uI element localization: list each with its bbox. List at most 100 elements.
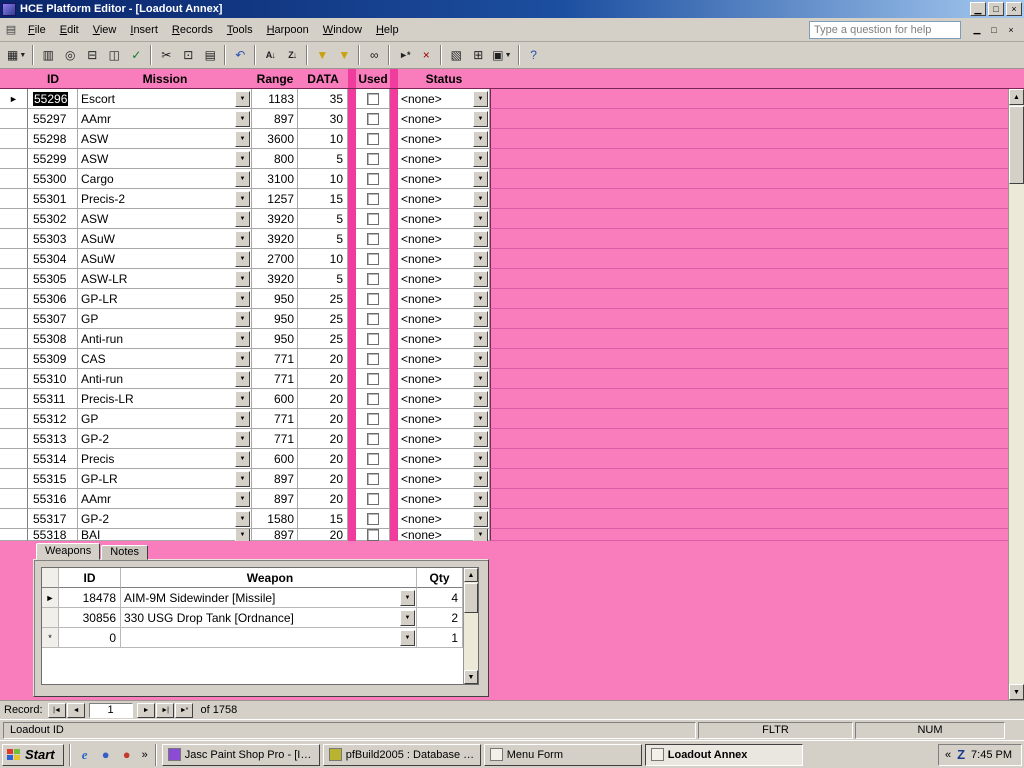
id-cell[interactable]: 55308 [28,329,78,349]
used-cell[interactable] [356,149,390,169]
used-cell[interactable] [356,389,390,409]
dropdown-arrow-icon[interactable]: ▼ [235,231,250,247]
used-checkbox[interactable] [367,193,379,205]
id-cell[interactable]: 55309 [28,349,78,369]
range-cell[interactable]: 3100 [252,169,298,189]
used-cell[interactable] [356,449,390,469]
dropdown-arrow-icon[interactable]: ▼ [473,471,488,487]
used-checkbox[interactable] [367,93,379,105]
file-search-button[interactable]: ◎ [59,44,81,66]
weapon-qty-cell[interactable]: 4 [417,588,463,608]
weapon-qty-cell[interactable]: 2 [417,608,463,628]
menu-help[interactable]: Help [369,20,406,40]
row-selector[interactable] [0,149,28,169]
range-cell[interactable]: 771 [252,369,298,389]
used-checkbox[interactable] [367,293,379,305]
tab-weapons[interactable]: Weapons [36,543,100,560]
used-checkbox[interactable] [367,393,379,405]
restore-button[interactable]: □ [988,2,1004,16]
row-selector[interactable] [0,529,28,541]
undo-button[interactable]: ↶ [229,44,251,66]
row-selector[interactable] [0,169,28,189]
range-cell[interactable]: 897 [252,529,298,541]
properties-button[interactable]: ▧ [445,44,467,66]
dropdown-arrow-icon[interactable]: ▼ [473,131,488,147]
dropdown-arrow-icon[interactable]: ▼ [473,291,488,307]
status-combo[interactable]: <none>▼ [398,529,490,541]
row-selector[interactable] [0,249,28,269]
range-cell[interactable]: 1183 [252,89,298,109]
dropdown-arrow-icon[interactable]: ▼ [473,271,488,287]
row-selector[interactable] [0,489,28,509]
row-selector[interactable] [0,189,28,209]
mission-combo[interactable]: GP-2▼ [78,429,252,449]
row-selector[interactable] [0,409,28,429]
data-cell[interactable]: 25 [298,309,348,329]
status-combo[interactable]: <none>▼ [398,89,490,109]
dropdown-arrow-icon[interactable]: ▼ [235,271,250,287]
data-cell[interactable]: 10 [298,169,348,189]
data-cell[interactable]: 15 [298,509,348,529]
data-cell[interactable]: 25 [298,329,348,349]
mission-combo[interactable]: GP-LR▼ [78,469,252,489]
dropdown-arrow-icon[interactable]: ▼ [473,391,488,407]
scroll-down-button[interactable]: ▼ [1009,684,1024,700]
used-cell[interactable] [356,529,390,541]
used-cell[interactable] [356,329,390,349]
mission-combo[interactable]: CAS▼ [78,349,252,369]
id-cell[interactable]: 55300 [28,169,78,189]
used-checkbox[interactable] [367,453,379,465]
database-window-button[interactable]: ⊞ [467,44,489,66]
used-checkbox[interactable] [367,433,379,445]
data-cell[interactable]: 5 [298,149,348,169]
mission-combo[interactable]: Escort▼ [78,89,252,109]
status-combo[interactable]: <none>▼ [398,129,490,149]
data-cell[interactable]: 20 [298,449,348,469]
minimize-button[interactable]: ▁ [970,2,986,16]
new-record-button[interactable]: ►* [393,44,415,66]
used-cell[interactable] [356,489,390,509]
toggle-filter-button[interactable]: ▼ [333,44,355,66]
dropdown-arrow-icon[interactable]: ▼ [473,91,488,107]
dropdown-arrow-icon[interactable]: ▼ [473,529,488,541]
new-object-button[interactable]: ▣▼ [489,44,514,66]
dropdown-arrow-icon[interactable]: ▼ [400,590,415,606]
used-cell[interactable] [356,209,390,229]
range-cell[interactable]: 600 [252,449,298,469]
range-cell[interactable]: 3920 [252,229,298,249]
dropdown-arrow-icon[interactable]: ▼ [235,331,250,347]
data-cell[interactable]: 20 [298,469,348,489]
id-cell[interactable]: 55306 [28,289,78,309]
vertical-scrollbar[interactable]: ▲ ▼ [1008,89,1024,700]
paste-button[interactable]: ▤ [199,44,221,66]
used-cell[interactable] [356,89,390,109]
used-checkbox[interactable] [367,529,379,541]
dropdown-arrow-icon[interactable]: ▼ [235,251,250,267]
mission-combo[interactable]: ASW-LR▼ [78,269,252,289]
status-combo[interactable]: <none>▼ [398,169,490,189]
dropdown-arrow-icon[interactable]: ▼ [473,151,488,167]
status-combo[interactable]: <none>▼ [398,269,490,289]
used-checkbox[interactable] [367,233,379,245]
range-cell[interactable]: 771 [252,429,298,449]
used-checkbox[interactable] [367,473,379,485]
dropdown-arrow-icon[interactable]: ▼ [473,331,488,347]
id-cell[interactable]: 55299 [28,149,78,169]
quicklaunch-chevron-icon[interactable]: » [140,749,150,761]
dropdown-arrow-icon[interactable]: ▼ [235,451,250,467]
weapon-id-cell[interactable]: 0 [59,628,121,648]
used-cell[interactable] [356,349,390,369]
used-checkbox[interactable] [367,373,379,385]
row-selector[interactable] [0,229,28,249]
status-combo[interactable]: <none>▼ [398,149,490,169]
used-checkbox[interactable] [367,413,379,425]
row-selector[interactable] [0,509,28,529]
used-checkbox[interactable] [367,353,379,365]
record-number-input[interactable] [89,703,133,718]
id-cell[interactable]: 55304 [28,249,78,269]
used-cell[interactable] [356,509,390,529]
start-button[interactable]: Start [2,744,64,766]
find-button[interactable]: ∞ [363,44,385,66]
data-cell[interactable]: 20 [298,529,348,541]
id-cell[interactable]: 55311 [28,389,78,409]
